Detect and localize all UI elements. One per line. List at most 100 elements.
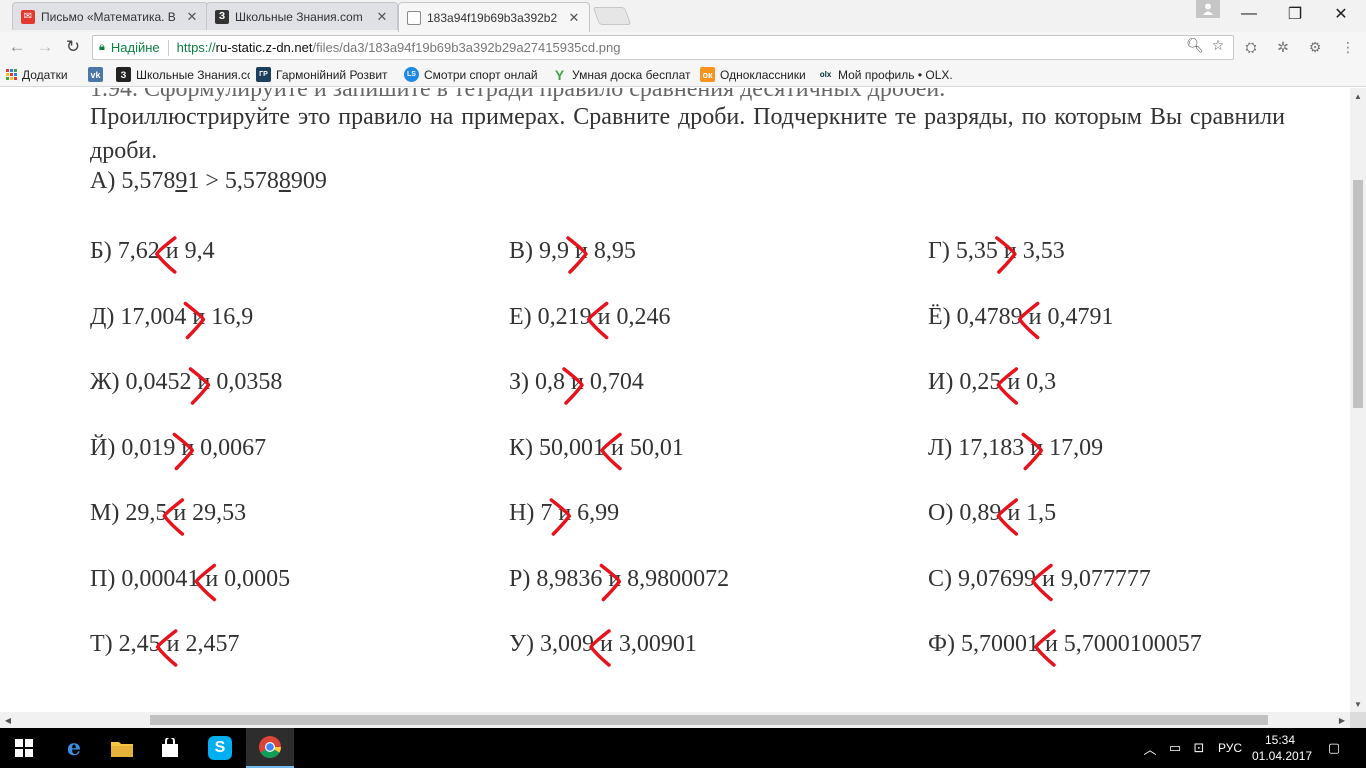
skype-logo: S bbox=[208, 736, 232, 760]
chrome-icon[interactable] bbox=[246, 728, 294, 768]
bookmark-olx[interactable]: olx Мой профиль • OLX. bbox=[812, 67, 962, 82]
explorer-icon[interactable] bbox=[98, 728, 146, 768]
problem-item: Ё) 0,4789 и 0,4791 bbox=[928, 303, 1114, 330]
problem-item: П) 0,00041 и 0,0005 bbox=[90, 565, 291, 592]
scroll-right-icon[interactable]: ▶ bbox=[1334, 712, 1350, 728]
page-icon bbox=[407, 10, 421, 25]
lock-icon: 🔒︎ bbox=[99, 41, 105, 53]
battery-icon[interactable]: ▭ bbox=[1164, 728, 1186, 768]
bookmark-apps[interactable]: Додатки bbox=[0, 68, 82, 82]
example-text: 909 bbox=[290, 168, 327, 194]
apps-icon bbox=[6, 69, 17, 80]
url-scheme: https:// bbox=[176, 40, 216, 55]
problem-item: И) 0,25 и 0,3 bbox=[928, 369, 1057, 395]
vertical-scrollbar[interactable]: ▲ ▼ bbox=[1350, 88, 1366, 712]
bookmark-sport[interactable]: LS Смотри спорт онлай bbox=[398, 67, 546, 82]
clock[interactable]: 15:34 01.04.2017 bbox=[1252, 732, 1313, 764]
url-host: ru-static.z-dn.net bbox=[215, 40, 313, 55]
problem-item: Й) 0,019 и 0,0067 bbox=[90, 434, 267, 461]
windows-icon[interactable] bbox=[0, 728, 48, 768]
menu-icon[interactable]: ⋮ bbox=[1338, 38, 1358, 56]
edge-icon[interactable]: e bbox=[50, 728, 98, 768]
tab-title: Школьные Знания.com bbox=[235, 9, 363, 24]
bookmark-ok[interactable]: ок Одноклассники bbox=[694, 67, 812, 82]
clock-date: 01.04.2017 bbox=[1252, 749, 1313, 763]
scroll-up-icon[interactable]: ▲ bbox=[1350, 88, 1366, 104]
user-profile-button[interactable] bbox=[1196, 0, 1220, 18]
extension-icon[interactable]: ✲ bbox=[1273, 38, 1293, 56]
example-underlined-digit: 9 bbox=[175, 168, 188, 194]
bookmark-label: Мой профиль • OLX. bbox=[838, 67, 953, 82]
problem-item: Г) 5,35 и 3,53 bbox=[928, 238, 1065, 264]
znanija-icon: З bbox=[215, 9, 229, 24]
bookmark-label: Умная доска бесплат bbox=[572, 67, 691, 82]
chrome-logo bbox=[259, 736, 281, 758]
bookmark-label: Школьные Знания.сс bbox=[136, 67, 250, 82]
bookmark-vk[interactable]: vk bbox=[82, 67, 110, 82]
scroll-left-icon[interactable]: ◀ bbox=[0, 712, 16, 728]
extension-icon[interactable]: ⚙ bbox=[1305, 38, 1325, 56]
reload-button[interactable]: ↻ bbox=[62, 36, 84, 58]
minimize-button[interactable]: — bbox=[1226, 0, 1272, 28]
address-bar[interactable]: 🔒︎ Надійне https:// ru-static.z-dn.net /… bbox=[92, 35, 1234, 60]
example-text: 1 > 5,578 bbox=[187, 168, 279, 194]
close-icon[interactable]: ✕ bbox=[375, 9, 389, 25]
new-tab-button[interactable] bbox=[592, 7, 632, 25]
tab-znanija[interactable]: З Школьные Знания.com ✕ bbox=[206, 2, 398, 30]
bookmark-garmonia[interactable]: ГР Гармонійний Розвит bbox=[250, 67, 398, 82]
clock-time: 15:34 bbox=[1264, 733, 1296, 747]
bookmarks-bar: Додатки vk З Школьные Знания.сс ГР Гармо… bbox=[0, 63, 1366, 87]
problem-item: У) 3,009 и 3,00901 bbox=[509, 631, 697, 657]
back-button[interactable]: ← bbox=[6, 36, 28, 58]
shopping-bag-icon bbox=[162, 738, 178, 757]
mail-icon: ✉ bbox=[21, 9, 35, 24]
problem-item: Т) 2,45 и 2,457 bbox=[90, 631, 240, 657]
tab-mail[interactable]: ✉ Письмо «Математика. В ✕ bbox=[12, 2, 208, 30]
zoom-icon[interactable]: 🔍︎ bbox=[1186, 36, 1204, 54]
bookmark-star-icon[interactable]: ☆ bbox=[1209, 36, 1227, 54]
horizontal-scrollbar[interactable]: ◀ ▶ bbox=[0, 712, 1350, 728]
problem-item: Ж) 0,0452 и 0,0358 bbox=[90, 369, 283, 395]
user-icon bbox=[1203, 3, 1213, 15]
bookmark-label: Смотри спорт онлай bbox=[424, 67, 538, 82]
example-line: А) 5,57891 > 5,5788909 bbox=[90, 168, 327, 195]
extension-icon[interactable]: ⛭ bbox=[1241, 38, 1261, 56]
close-window-button[interactable]: ✕ bbox=[1318, 0, 1364, 28]
bookmark-board[interactable]: Y Умная доска бесплат bbox=[546, 67, 694, 82]
store-icon[interactable] bbox=[146, 728, 194, 768]
tab-image[interactable]: 183a94f19b69b3a392b2 ✕ bbox=[398, 2, 590, 32]
language-indicator[interactable]: РУС bbox=[1210, 728, 1250, 768]
browser-toolbar: ← → ↻ 🔒︎ Надійне https:// ru-static.z-dn… bbox=[0, 32, 1366, 63]
restore-button[interactable]: ❐ bbox=[1272, 0, 1318, 28]
scroll-down-icon[interactable]: ▼ bbox=[1350, 696, 1366, 712]
bookmark-znanija[interactable]: З Школьные Знания.сс bbox=[110, 67, 250, 82]
problem-item: М) 29,5 и 29,53 bbox=[90, 500, 247, 526]
task-instructions: Проиллюстрируйте это правило на примерах… bbox=[90, 104, 1285, 164]
tray-expand-icon[interactable]: ︿ bbox=[1140, 728, 1160, 768]
close-icon[interactable]: ✕ bbox=[185, 9, 199, 25]
scroll-thumb[interactable] bbox=[150, 715, 1268, 725]
problem-item: С) 9,07699 и 9,077777 bbox=[928, 565, 1151, 592]
example-underlined-digit: 8 bbox=[278, 168, 291, 194]
scroll-thumb[interactable] bbox=[1353, 180, 1363, 408]
problem-item: К) 50,001 и 50,01 bbox=[509, 434, 684, 461]
problem-item: О) 0,89 и 1,5 bbox=[928, 500, 1057, 526]
skype-icon[interactable]: S bbox=[196, 728, 244, 768]
sport-icon: LS bbox=[404, 67, 419, 82]
board-icon: Y bbox=[554, 67, 565, 82]
image-viewport: 1.94. Сформулируйте и запишите в тетради… bbox=[0, 88, 1350, 712]
example-text: А) 5,578 bbox=[90, 168, 176, 194]
tab-title: 183a94f19b69b3a392b2 bbox=[427, 10, 558, 25]
action-center-icon[interactable]: ▢ bbox=[1320, 728, 1348, 768]
close-icon[interactable]: ✕ bbox=[567, 10, 581, 26]
bookmark-label: Додатки bbox=[22, 67, 68, 82]
secure-label: Надійне bbox=[110, 40, 160, 55]
problem-item: Б) 7,62 и 9,4 bbox=[90, 238, 215, 264]
znanija-icon: З bbox=[116, 67, 131, 82]
vk-icon: vk bbox=[88, 67, 103, 82]
folder-icon bbox=[111, 742, 133, 757]
forward-button[interactable]: → bbox=[34, 36, 56, 58]
taskbar: e S ︿ ▭ ⊡ РУС 15:34 01.04.2017 ▢ bbox=[0, 728, 1366, 768]
problem-item: Д) 17,004 и 16,9 bbox=[90, 303, 254, 330]
network-icon[interactable]: ⊡ bbox=[1188, 728, 1210, 768]
